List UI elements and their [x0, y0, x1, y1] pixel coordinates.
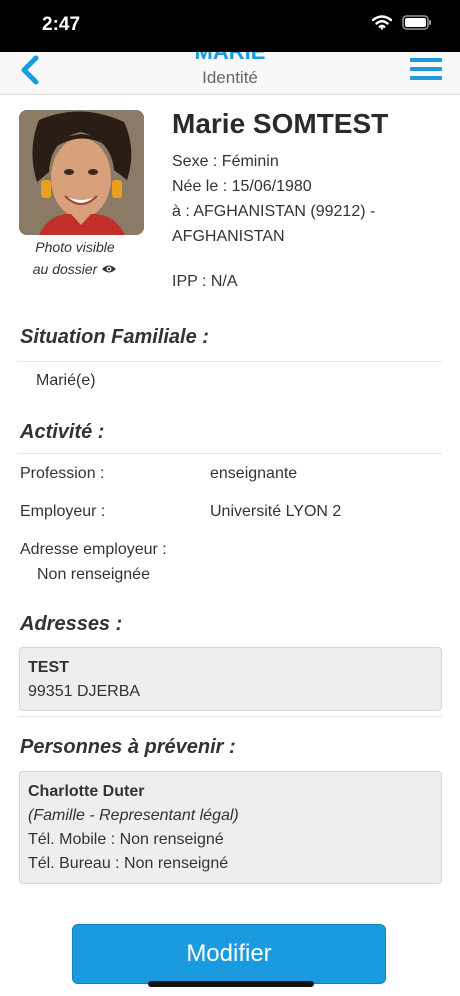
profession-value: enseignante: [210, 465, 298, 482]
activity-section-title: Activité :: [20, 421, 105, 443]
address-card[interactable]: TEST 99351 DJERBA: [19, 647, 442, 711]
menu-button[interactable]: [410, 58, 442, 80]
employer-label: Employeur :: [20, 503, 106, 520]
patient-birth-place: à : AFGHANISTAN (99212) -: [172, 203, 376, 220]
profession-label: Profession :: [20, 465, 105, 482]
patient-ipp: IPP : N/A: [172, 273, 238, 290]
patient-name: Marie SOMTEST: [172, 108, 389, 139]
header-subtitle: Identité: [202, 68, 258, 87]
contact-card[interactable]: Charlotte Duter (Famille - Representant …: [19, 771, 442, 884]
contact-mobile: Tél. Mobile : Non renseigné: [28, 831, 224, 848]
battery-icon: [402, 15, 431, 30]
divider: [18, 361, 442, 362]
portrait-image: [19, 110, 144, 235]
patient-birth-date: Née le : 15/06/1980: [172, 178, 312, 195]
photo-caption: Photo visible au dossier: [19, 236, 131, 280]
family-status: Marié(e): [36, 372, 96, 389]
divider: [18, 716, 442, 717]
home-indicator: [148, 981, 314, 987]
modify-button[interactable]: Modifier: [72, 924, 386, 984]
contacts-section-title: Personnes à prévenir :: [20, 736, 236, 758]
status-time: 2:47: [42, 14, 81, 35]
contact-relation: (Famille - Representant légal): [28, 807, 239, 824]
contact-office: Tél. Bureau : Non renseigné: [28, 855, 229, 872]
patient-photo: [19, 110, 144, 235]
eye-icon[interactable]: [101, 263, 117, 275]
family-section-title: Situation Familiale :: [20, 326, 209, 348]
address-name: TEST: [28, 659, 69, 676]
employer-address-value: Non renseignée: [37, 566, 150, 583]
status-bar: 2:47: [0, 0, 460, 52]
contact-name: Charlotte Duter: [28, 783, 145, 800]
address-city: 99351 DJERBA: [28, 683, 141, 700]
nav-header: MARIE Identité: [0, 52, 460, 95]
employer-address-label: Adresse employeur :: [20, 541, 167, 558]
patient-sex: Sexe : Féminin: [172, 153, 279, 170]
divider: [18, 453, 442, 454]
wifi-icon: [372, 15, 392, 30]
hamburger-icon: [410, 58, 442, 62]
employer-value: Université LYON 2: [210, 503, 342, 520]
addresses-section-title: Adresses :: [20, 613, 123, 635]
patient-birth-country: AFGHANISTAN: [172, 228, 285, 245]
header-title: MARIE: [0, 52, 460, 65]
